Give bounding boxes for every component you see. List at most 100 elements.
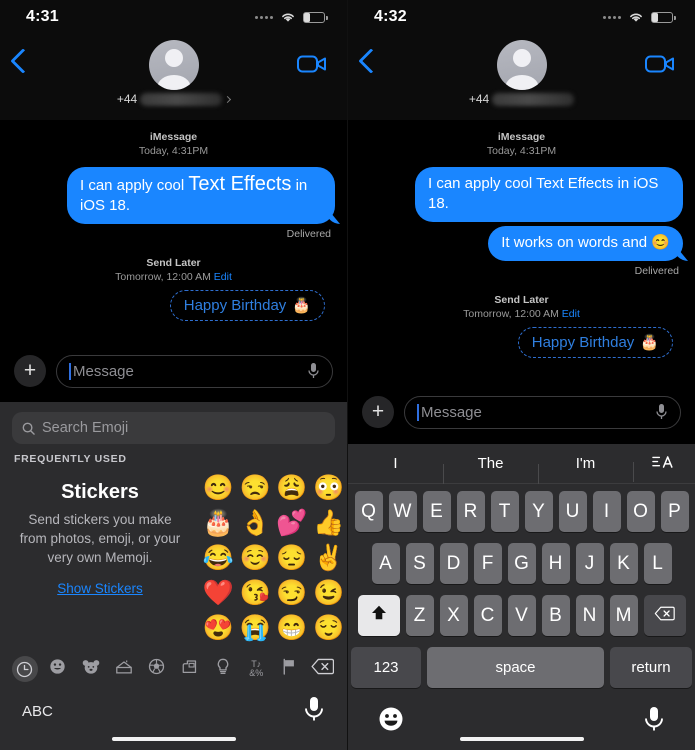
send-later-edit-link[interactable]: Edit [562,308,580,320]
predictive-suggestion[interactable]: The [443,455,538,484]
emoji-item[interactable]: 😏 [274,578,311,608]
key-f[interactable]: F [473,543,502,584]
return-key[interactable]: return [610,647,692,688]
message-input-field[interactable]: Message [56,354,333,388]
scheduled-message-bubble[interactable]: Happy Birthday 🎂 [169,290,325,321]
emoji-item[interactable]: ☺️ [237,543,274,573]
home-indicator [459,736,584,741]
mic-icon[interactable] [655,403,668,421]
message-timestamp: Today, 4:31PM [486,145,557,157]
key-m[interactable]: M [609,595,638,636]
emoji-item[interactable]: 😘 [237,578,274,608]
message-bubble-outgoing[interactable]: I can apply cool Text Effects in iOS 18. [67,167,335,224]
text-caret [417,403,419,421]
key-o[interactable]: O [626,491,655,532]
send-later-title: Send Later [494,294,549,306]
key-e[interactable]: E [422,491,451,532]
key-y[interactable]: Y [524,491,553,532]
emoji-tab-smileys[interactable] [41,658,74,680]
message-bubble-outgoing[interactable]: I can apply cool Text Effects in iOS 18. [415,167,683,222]
key-j[interactable]: J [575,543,604,584]
emoji-item[interactable]: 😒 [237,473,274,503]
emoji-tab-recents[interactable] [8,656,41,682]
attachments-plus-button[interactable]: + [14,355,46,387]
key-p[interactable]: P [660,491,689,532]
show-stickers-link[interactable]: Show Stickers [14,581,186,596]
emoji-search-field[interactable]: Search Emoji [12,412,335,444]
key-v[interactable]: V [507,595,536,636]
left-phone-screen: 4:31 +44 iMessage Today, 4:31PM I can ap… [0,0,348,750]
dictation-mic-button[interactable] [643,705,665,738]
key-x[interactable]: X [439,595,468,636]
key-n[interactable]: N [575,595,604,636]
emoji-item[interactable]: ❤️ [200,578,237,608]
key-g[interactable]: G [507,543,536,584]
key-a[interactable]: A [371,543,400,584]
stickers-promo-card: Stickers Send stickers you make from pho… [0,467,200,643]
message-input-field[interactable]: Message [404,395,681,429]
contact-info[interactable]: +44 [0,40,347,106]
emoji-item[interactable]: 😩 [274,473,311,503]
delete-key[interactable] [643,595,686,636]
contact-info[interactable]: +44 [348,40,695,106]
emoji-item[interactable]: 😍 [200,613,237,643]
shift-key[interactable] [357,595,400,636]
status-indicators [255,11,328,23]
predictive-suggestion[interactable]: I'm [538,455,633,484]
emoji-item[interactable]: 😳 [310,473,347,503]
emoji-tab-flags[interactable] [273,658,306,680]
text-format-icon[interactable] [633,453,695,482]
key-i[interactable]: I [592,491,621,532]
emoji-tab-travel[interactable] [173,659,206,680]
emoji-tab-animals[interactable] [74,659,107,680]
emoji-item[interactable]: 💕 [274,508,311,538]
emoji-item[interactable]: 😔 [274,543,311,573]
key-d[interactable]: D [439,543,468,584]
emoji-item[interactable]: 😂 [200,543,237,573]
emoji-item[interactable]: ✌️ [310,543,347,573]
key-c[interactable]: C [473,595,502,636]
mic-icon[interactable] [307,362,320,380]
emoji-item[interactable]: 😊 [200,473,237,503]
conversation-header-left: +44 [0,34,347,120]
space-key[interactable]: space [427,647,604,688]
emoji-smiley-icon[interactable] [378,706,404,737]
message-placeholder: Message [421,403,482,421]
emoji-item[interactable]: 😭 [237,613,274,643]
dictation-mic-button[interactable] [303,695,325,728]
emoji-delete-key[interactable] [306,658,339,680]
scheduled-message-row: Happy Birthday 🎂 [12,290,335,321]
key-q[interactable]: Q [354,491,383,532]
message-bubble-outgoing[interactable]: It works on words and 😊 [488,226,683,261]
numbers-key[interactable]: 123 [351,647,421,688]
abc-keyboard-button[interactable]: ABC [22,703,53,720]
predictive-suggestion[interactable]: I [348,455,443,472]
bubble-text-effect-big: Text Effects [188,173,292,195]
emoji-item[interactable]: 😉 [310,578,347,608]
key-z[interactable]: Z [405,595,434,636]
plus-icon: + [371,400,385,423]
key-b[interactable]: B [541,595,570,636]
key-l[interactable]: L [643,543,672,584]
key-w[interactable]: W [388,491,417,532]
emoji-tab-symbols[interactable]: T♪ &% [240,660,273,678]
key-u[interactable]: U [558,491,587,532]
emoji-tab-activity[interactable] [140,658,173,680]
send-later-edit-link[interactable]: Edit [214,271,232,283]
emoji-item[interactable]: 👌 [237,508,274,538]
keyboard-row-2: A S D F G H J K L [351,543,692,584]
key-t[interactable]: T [490,491,519,532]
key-r[interactable]: R [456,491,485,532]
emoji-item[interactable]: 😌 [310,613,347,643]
emoji-tab-objects[interactable] [207,658,240,680]
key-s[interactable]: S [405,543,434,584]
emoji-item[interactable]: 🎂 [200,508,237,538]
emoji-item[interactable]: 👍 [310,508,347,538]
key-k[interactable]: K [609,543,638,584]
frequently-used-label: FREQUENTLY USED [14,453,127,465]
emoji-tab-food[interactable] [107,659,140,680]
scheduled-message-bubble[interactable]: Happy Birthday 🎂 [517,327,673,358]
attachments-plus-button[interactable]: + [362,396,394,428]
key-h[interactable]: H [541,543,570,584]
emoji-item[interactable]: 😁 [274,613,311,643]
